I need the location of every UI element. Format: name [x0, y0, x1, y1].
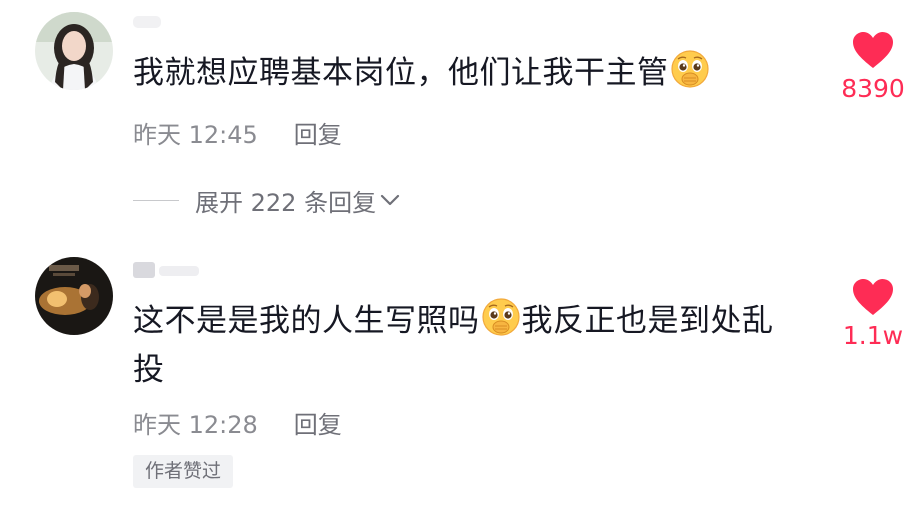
like-button[interactable]: 1.1w — [818, 277, 923, 350]
like-count: 1.1w — [842, 321, 904, 350]
comment-meta: 昨天 12:28 回复 — [133, 405, 342, 440]
author-liked-badge: 作者赞过 — [133, 455, 234, 488]
comment-text: 这不是是我的人生写照吗 我反正也是到处乱投 — [133, 297, 803, 395]
timestamp: 昨天 12:28 — [133, 411, 258, 439]
avatar[interactable] — [35, 12, 113, 90]
comment-text-part: 这不是是我的人生写照吗 — [133, 303, 480, 339]
divider — [133, 199, 179, 201]
comment-meta: 昨天 12:45 回复 — [133, 115, 342, 150]
heart-icon[interactable] — [851, 30, 895, 70]
reply-button[interactable]: 回复 — [294, 121, 342, 149]
username-blurred[interactable] — [133, 259, 213, 281]
avatar[interactable] — [35, 257, 113, 335]
like-button[interactable]: 8390 — [818, 30, 923, 103]
username-blurred[interactable] — [133, 12, 173, 34]
pleading-covering-mouth-emoji — [481, 297, 521, 337]
timestamp: 昨天 12:45 — [133, 121, 258, 149]
pleading-covering-mouth-emoji — [670, 49, 710, 89]
reply-button[interactable]: 回复 — [294, 411, 342, 439]
comment-text-part: 我就想应聘基本岗位，他们让我干主管 — [133, 55, 669, 91]
chevron-down-icon — [380, 194, 400, 206]
expand-replies-label: 展开 222 条回复 — [195, 188, 377, 217]
heart-icon[interactable] — [851, 277, 895, 317]
like-count: 8390 — [841, 74, 905, 103]
comment-text: 我就想应聘基本岗位，他们让我干主管 — [133, 49, 803, 98]
expand-replies-button[interactable]: 展开 222 条回复 — [133, 180, 400, 220]
